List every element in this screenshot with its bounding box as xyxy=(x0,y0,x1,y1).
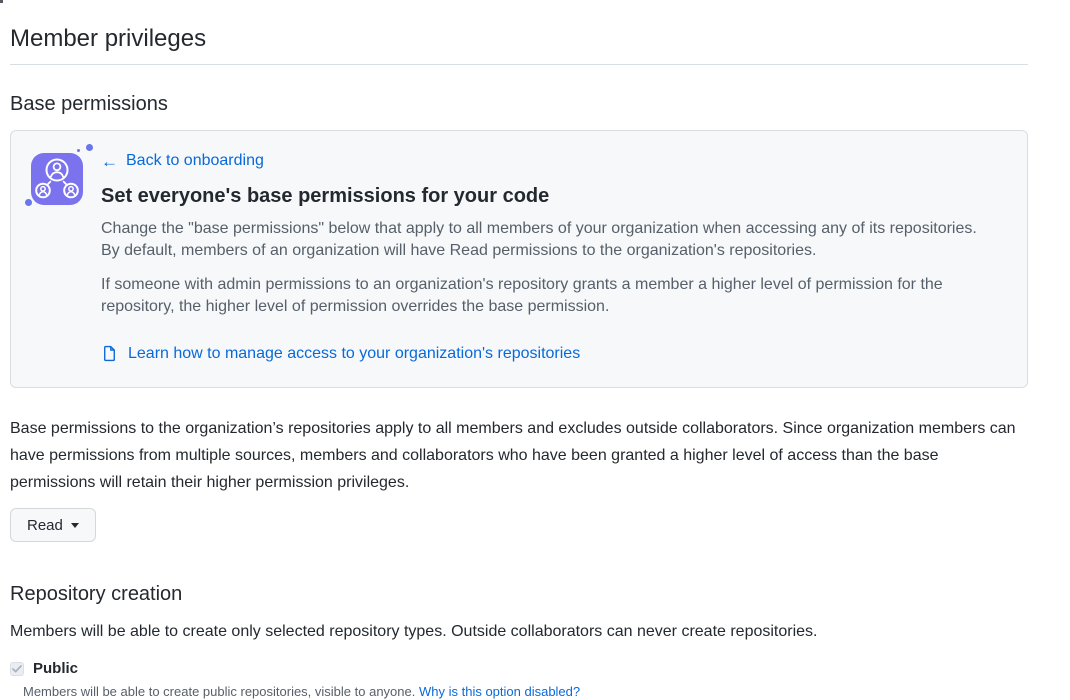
repository-creation-description: Members will be able to create only sele… xyxy=(10,621,1028,643)
back-to-onboarding-link[interactable]: ← Back to onboarding xyxy=(101,151,264,171)
file-doc-icon xyxy=(101,345,118,362)
back-arrow-icon: ← xyxy=(101,153,118,170)
public-repo-option: Public Members will be able to create pu… xyxy=(10,660,1028,700)
public-option-note: Members will be able to create public re… xyxy=(23,683,1028,700)
decorative-dot-top-right-icon xyxy=(86,144,93,151)
learn-access-link[interactable]: Learn how to manage access to your organ… xyxy=(101,344,580,364)
public-checkbox xyxy=(10,662,24,676)
base-permission-select-button[interactable]: Read xyxy=(10,508,96,542)
decorative-dot-bottom-left-icon xyxy=(25,199,32,206)
title-divider xyxy=(10,64,1028,65)
public-note-text: Members will be able to create public re… xyxy=(23,684,419,699)
section-heading-base-permissions: Base permissions xyxy=(10,92,1028,117)
check-icon xyxy=(12,665,22,673)
base-permissions-description: Base permissions to the organization’s r… xyxy=(10,415,1028,496)
page-title: Member privileges xyxy=(10,0,1028,52)
member-privileges-page: Member privileges Base permissions xyxy=(10,0,1028,700)
why-disabled-link[interactable]: Why is this option disabled? xyxy=(419,684,580,699)
public-option-label: Public xyxy=(33,660,78,678)
onboarding-card-content: ← Back to onboarding Set everyone's base… xyxy=(101,151,1007,367)
base-permissions-section: Base permissions xyxy=(10,92,1028,542)
repository-creation-section: Repository creation Members will be able… xyxy=(10,582,1028,700)
learn-link-label: Learn how to manage access to your organ… xyxy=(128,344,580,364)
org-icon-wrap xyxy=(31,153,83,205)
organization-members-icon xyxy=(31,153,83,205)
public-option-row: Public xyxy=(10,660,1028,678)
decorative-dot-small-icon xyxy=(77,149,80,152)
card-heading: Set everyone's base permissions for your… xyxy=(101,184,1007,209)
back-link-label: Back to onboarding xyxy=(126,151,264,171)
section-heading-repository-creation: Repository creation xyxy=(10,582,1028,607)
card-paragraph-1: Change the "base permissions" below that… xyxy=(101,218,987,262)
screen-edge-artifact xyxy=(0,0,3,3)
onboarding-card: ← Back to onboarding Set everyone's base… xyxy=(10,130,1028,388)
card-paragraph-2: If someone with admin permissions to an … xyxy=(101,274,987,318)
dropdown-caret-icon xyxy=(71,523,79,528)
select-value: Read xyxy=(27,517,63,534)
